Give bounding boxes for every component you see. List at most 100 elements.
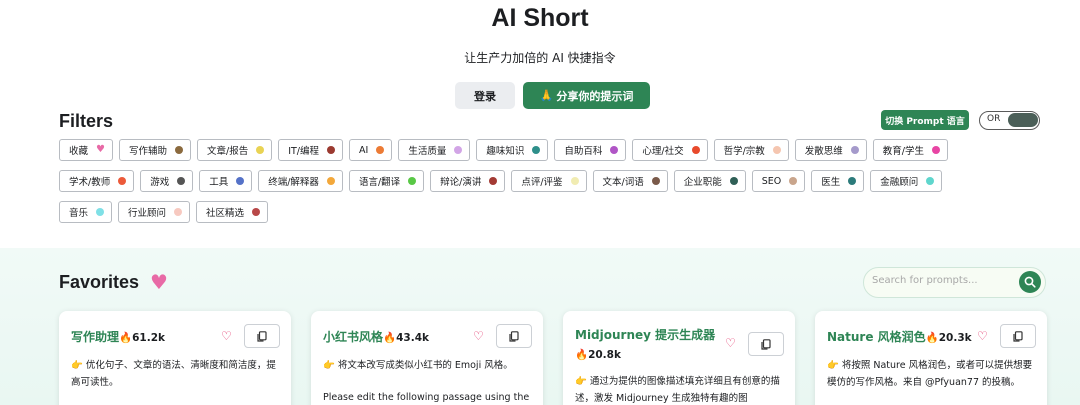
copy-button[interactable] <box>496 324 532 348</box>
filters-title: Filters <box>59 111 114 131</box>
filter-tag[interactable]: 哲学/宗教 <box>713 139 789 161</box>
favorite-heart-icon[interactable]: ♡ <box>725 336 736 350</box>
favorites-title: Favorites <box>59 272 140 292</box>
filter-tag-label: 工具 <box>209 177 229 188</box>
filter-tag-label: 学术/教师 <box>69 177 111 188</box>
switch-language-button[interactable]: 切换 Prompt 语言 <box>881 110 969 130</box>
filter-tag[interactable]: 医生 <box>811 170 865 192</box>
filter-tag[interactable]: 语言/翻译 <box>348 170 425 192</box>
tag-color-dot <box>96 208 105 216</box>
filter-tag[interactable]: 生活质量 <box>398 139 471 161</box>
copy-button[interactable] <box>748 332 784 356</box>
tag-color-dot <box>454 146 463 154</box>
filter-tag[interactable]: 游戏 <box>140 170 194 192</box>
filter-tag[interactable]: 趣味知识 <box>476 139 549 161</box>
card-description: 👉 将按照 Nature 风格润色，或者可以提供想要模仿的写作风格。来自 @Pf… <box>827 360 1033 388</box>
card-description: 👉 将文本改写成类似小红书的 Emoji 风格。 <box>323 360 513 371</box>
favorite-heart-icon[interactable]: ♡ <box>473 329 484 343</box>
filter-tag-row: 音乐 行业顾问 社区精选 <box>59 201 269 223</box>
filter-tag[interactable]: AI <box>349 139 393 161</box>
filter-tag[interactable]: 音乐 <box>59 201 113 223</box>
filter-tag[interactable]: 点评/评鉴 <box>511 170 587 192</box>
filter-tag-label: 音乐 <box>69 208 89 219</box>
filter-tag[interactable]: 学术/教师 <box>59 170 135 192</box>
search-icon <box>1024 276 1036 288</box>
filter-tag-label: 哲学/宗教 <box>723 146 765 157</box>
copy-button[interactable] <box>1000 324 1036 348</box>
copy-icon <box>761 338 771 350</box>
filter-tag-label: 文章/报告 <box>207 146 249 157</box>
tag-color-dot <box>772 146 781 154</box>
search-input[interactable] <box>872 275 1012 286</box>
filter-tag-label: 收藏 <box>69 146 89 157</box>
filter-tag[interactable]: 辩论/演讲 <box>430 170 506 192</box>
favorite-heart-icon[interactable]: ♡ <box>221 329 232 343</box>
login-button[interactable]: 登录 <box>455 82 515 109</box>
filter-tag[interactable]: SEO <box>751 170 806 192</box>
filter-tag[interactable]: 社区精选 <box>196 201 269 223</box>
card-count: 🔥20.3k <box>925 332 972 344</box>
card-title: Midjourney 提示生成器 <box>575 328 716 342</box>
app-title: AI Short <box>491 4 589 32</box>
card-title-text: Nature 风格润色 <box>827 330 926 344</box>
card-title: Nature 风格润色🔥20.3k <box>827 328 972 345</box>
toggle-knob <box>1008 113 1038 127</box>
card-count: 🔥43.4k <box>383 332 429 344</box>
tag-color-dot <box>175 146 183 154</box>
share-prompt-label: 分享你的提示词 <box>556 89 634 103</box>
pray-icon: 🙏 <box>539 89 554 102</box>
filter-tag-label: 语言/翻译 <box>358 177 401 188</box>
filter-tag[interactable]: 收藏 ♥ <box>59 139 113 161</box>
prompt-card[interactable]: 写作助理🔥61.2k ♡ 👉 优化句子、文章的语法、清晰度和简洁度，提高可读性。 <box>59 311 291 405</box>
filter-tag-label: 点评/评鉴 <box>521 177 563 188</box>
tag-color-dot <box>651 177 660 185</box>
tag-color-dot <box>848 177 857 185</box>
filter-tag-label: 生活质量 <box>408 146 447 157</box>
card-count: 🔥61.2k <box>119 332 165 344</box>
copy-icon <box>1013 330 1023 342</box>
filter-tag-label: 心理/社交 <box>642 146 684 157</box>
filter-tag-label: IT/编程 <box>288 146 320 157</box>
filter-tag[interactable]: 金融顾问 <box>870 170 943 192</box>
search-button[interactable] <box>1019 271 1041 293</box>
filter-tag[interactable]: 终端/解释器 <box>258 170 343 192</box>
tag-color-dot <box>326 177 335 185</box>
heart-icon: ♥ <box>150 270 168 294</box>
and-or-toggle[interactable]: OR <box>979 111 1040 130</box>
toggle-label: OR <box>987 114 1001 124</box>
app-subtitle: 让生产力加倍的 AI 快捷指令 <box>464 51 616 65</box>
filter-tag[interactable]: 文章/报告 <box>197 139 273 161</box>
filter-tag-label: 游戏 <box>150 177 170 188</box>
filter-tag[interactable]: 工具 <box>199 170 253 192</box>
filter-tag-label: 终端/解释器 <box>268 177 319 188</box>
card-title: 小红书风格🔥43.4k <box>323 328 429 345</box>
filter-tag[interactable]: 发散思维 <box>794 139 867 161</box>
filter-tag[interactable]: 教育/学生 <box>872 139 948 161</box>
filter-tag[interactable]: IT/编程 <box>278 139 344 161</box>
filter-tag-label: 行业顾问 <box>128 208 167 219</box>
share-prompt-button[interactable]: 🙏 分享你的提示词 <box>523 82 650 109</box>
tag-color-dot <box>789 177 798 185</box>
favorite-heart-icon[interactable]: ♡ <box>977 329 988 343</box>
card-title-text: 写作助理 <box>71 330 120 344</box>
tag-color-dot <box>118 177 127 185</box>
card-title-text: 小红书风格 <box>323 330 384 344</box>
tag-color-dot <box>729 177 738 185</box>
filter-tag[interactable]: 写作辅助 <box>118 139 191 161</box>
prompt-card[interactable]: 小红书风格🔥43.4k ♡ 👉 将文本改写成类似小红书的 Emoji 风格。 P… <box>311 311 543 405</box>
filter-tag[interactable]: 行业顾问 <box>118 201 191 223</box>
filter-tag[interactable]: 企业职能 <box>673 170 746 192</box>
filter-tag-label: 文本/词语 <box>602 177 644 188</box>
filter-tag[interactable]: 文本/词语 <box>592 170 668 192</box>
tag-color-dot <box>489 177 498 185</box>
filter-tag[interactable]: 自助百科 <box>554 139 627 161</box>
tag-color-dot <box>850 146 859 154</box>
card-description: 👉 优化句子、文章的语法、清晰度和简洁度，提高可读性。 <box>71 360 276 388</box>
filter-tag[interactable]: 心理/社交 <box>632 139 708 161</box>
tag-color-dot <box>691 146 700 154</box>
filter-tag-label: 医生 <box>821 177 841 188</box>
prompt-card[interactable]: Nature 风格润色🔥20.3k ♡ 👉 将按照 Nature 风格润色，或者… <box>815 311 1047 405</box>
prompt-card[interactable]: Midjourney 提示生成器 🔥20.8k ♡ 👉 通过为提供的图像描述填充… <box>563 311 795 405</box>
tag-color-dot <box>174 208 183 216</box>
copy-button[interactable] <box>244 324 280 348</box>
